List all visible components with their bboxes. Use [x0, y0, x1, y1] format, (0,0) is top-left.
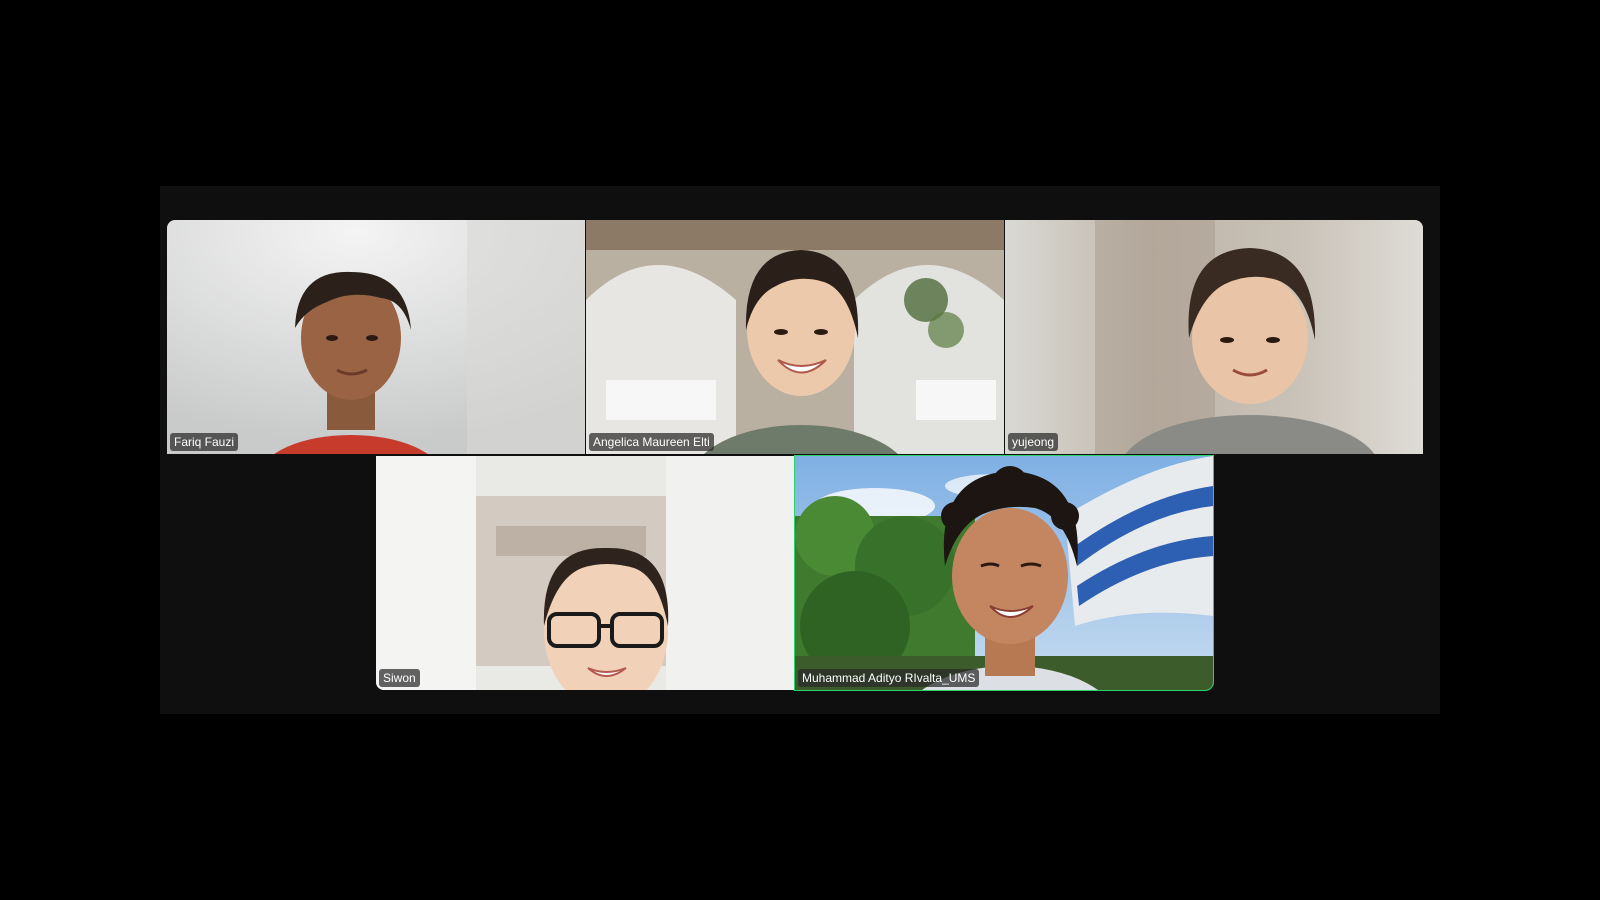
participant-name-label: Siwon: [379, 669, 420, 687]
participant-video-tile[interactable]: Fariq Fauzi: [167, 220, 585, 454]
participant-video-feed: [1005, 220, 1423, 454]
participant-name-label: Muhammad Adityo RIvalta_UMS: [798, 669, 980, 687]
participant-name-label: Angelica Maureen Elti: [589, 433, 714, 451]
participant-name-label: Fariq Fauzi: [170, 433, 239, 451]
participant-video-tile[interactable]: yujeong: [1005, 220, 1423, 454]
participant-video-feed: [376, 456, 794, 690]
participant-video-feed: [586, 220, 1004, 454]
participant-name-label: yujeong: [1008, 433, 1059, 451]
active-speaker-video-tile[interactable]: Muhammad Adityo RIvalta_UMS: [794, 455, 1214, 691]
participant-video-feed: [795, 456, 1213, 690]
participant-video-tile[interactable]: Angelica Maureen Elti: [586, 220, 1004, 454]
participant-video-tile[interactable]: Siwon: [376, 456, 794, 690]
participant-video-feed: [167, 220, 585, 454]
